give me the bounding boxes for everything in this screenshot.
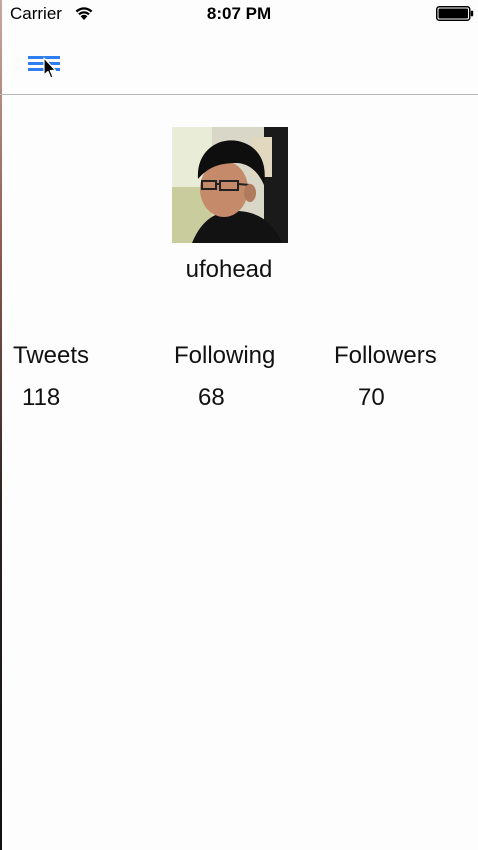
stat-followers: Followers 70 bbox=[334, 342, 437, 412]
hamburger-menu-icon bbox=[24, 50, 64, 82]
stat-following: Following 68 bbox=[174, 342, 275, 412]
battery-icon bbox=[436, 6, 474, 21]
status-time: 8:07 PM bbox=[206, 4, 272, 23]
navigation-bar bbox=[0, 28, 478, 94]
menu-button[interactable] bbox=[24, 50, 64, 82]
stat-followers-value: 70 bbox=[358, 384, 385, 411]
avatar bbox=[172, 127, 288, 243]
stat-following-value: 68 bbox=[198, 384, 225, 411]
stat-tweets-label: Tweets bbox=[13, 342, 90, 369]
stat-following-label: Following bbox=[174, 342, 276, 369]
stat-tweets-value: 118 bbox=[22, 384, 61, 411]
status-bar: Carrier 8:07 PM bbox=[0, 0, 478, 28]
stat-tweets: Tweets 118 bbox=[13, 342, 89, 412]
stat-followers-label: Followers bbox=[334, 342, 437, 369]
left-edge-shadow bbox=[0, 0, 2, 850]
nav-divider bbox=[0, 94, 478, 95]
username: ufohead bbox=[185, 256, 273, 283]
